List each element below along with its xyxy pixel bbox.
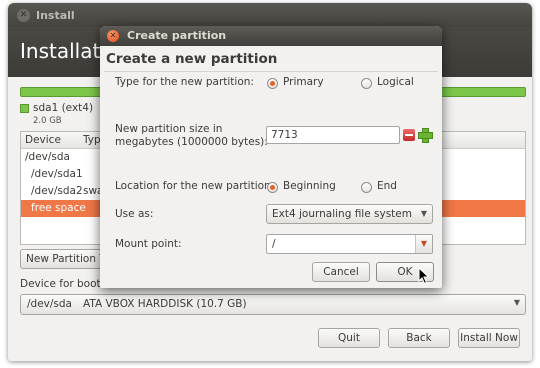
row-device: /dev/sda2: [31, 185, 83, 197]
partition-size-input[interactable]: 7713: [266, 126, 400, 144]
dropdown-arrow-icon: ▼: [513, 298, 520, 307]
cancel-button[interactable]: Cancel: [312, 262, 370, 282]
use-as-select[interactable]: Ext4 journaling file system ▼: [266, 204, 433, 224]
use-as-label: Use as:: [115, 208, 154, 220]
partition-legend-name: sda1 (ext4): [33, 102, 94, 114]
radio-beginning-label[interactable]: Beginning: [283, 180, 336, 192]
bootloader-device-select[interactable]: /dev/sda ATA VBOX HARDDISK (10.7 GB) ▼: [20, 294, 526, 315]
partition-size-label: New partition size in megabytes (1000000…: [115, 123, 268, 149]
minus-icon[interactable]: [403, 129, 415, 141]
radio-primary-label[interactable]: Primary: [283, 76, 324, 88]
dropdown-arrow-icon: ▼: [420, 209, 427, 218]
back-button[interactable]: Back: [388, 328, 450, 348]
radio-primary[interactable]: [267, 78, 278, 89]
radio-beginning[interactable]: [267, 182, 278, 193]
row-device: /dev/sda1: [31, 168, 83, 180]
mount-point-label: Mount point:: [115, 238, 182, 250]
mount-point-value[interactable]: /: [272, 238, 276, 250]
plus-icon[interactable]: [418, 128, 433, 143]
dialog-titlebar: ✕ Create partition: [100, 26, 442, 46]
partition-legend-swatch: [20, 104, 29, 113]
create-partition-dialog: ✕ Create partition Create a new partitio…: [100, 26, 442, 288]
use-as-value: Ext4 journaling file system: [272, 208, 412, 220]
installer-titlebar: ✕ Install: [8, 3, 532, 27]
bootloader-device-description: ATA VBOX HARDDISK (10.7 GB): [83, 298, 247, 310]
column-header-device[interactable]: Device: [25, 134, 61, 146]
radio-end[interactable]: [361, 182, 372, 193]
partition-type-label: Type for the new partition:: [115, 76, 254, 88]
partition-legend-size: 2.0 GB: [33, 116, 62, 126]
install-now-button[interactable]: Install Now: [458, 328, 520, 348]
quit-button[interactable]: Quit: [318, 328, 380, 348]
mount-point-combo[interactable]: / ▼: [266, 234, 433, 254]
row-device: /dev/sda: [25, 151, 70, 163]
partition-size-label-line1: New partition size in: [115, 123, 223, 135]
mouse-cursor-icon: [418, 267, 430, 285]
partition-size-label-line2: megabytes (1000000 bytes):: [115, 136, 268, 148]
close-icon[interactable]: ✕: [107, 30, 119, 42]
dialog-divider: [104, 71, 438, 72]
radio-end-label[interactable]: End: [377, 180, 397, 192]
dialog-title: Create partition: [127, 29, 227, 42]
dialog-heading: Create a new partition: [106, 51, 278, 67]
radio-logical[interactable]: [361, 78, 372, 89]
installer-window-title: Install: [36, 9, 75, 22]
bootloader-device: /dev/sda: [27, 298, 72, 310]
row-device: free space: [31, 202, 86, 214]
close-icon[interactable]: ✕: [17, 9, 30, 22]
radio-logical-label[interactable]: Logical: [377, 76, 414, 88]
partition-location-label: Location for the new partition:: [115, 180, 275, 192]
dropdown-arrow-icon[interactable]: ▼: [415, 235, 432, 253]
